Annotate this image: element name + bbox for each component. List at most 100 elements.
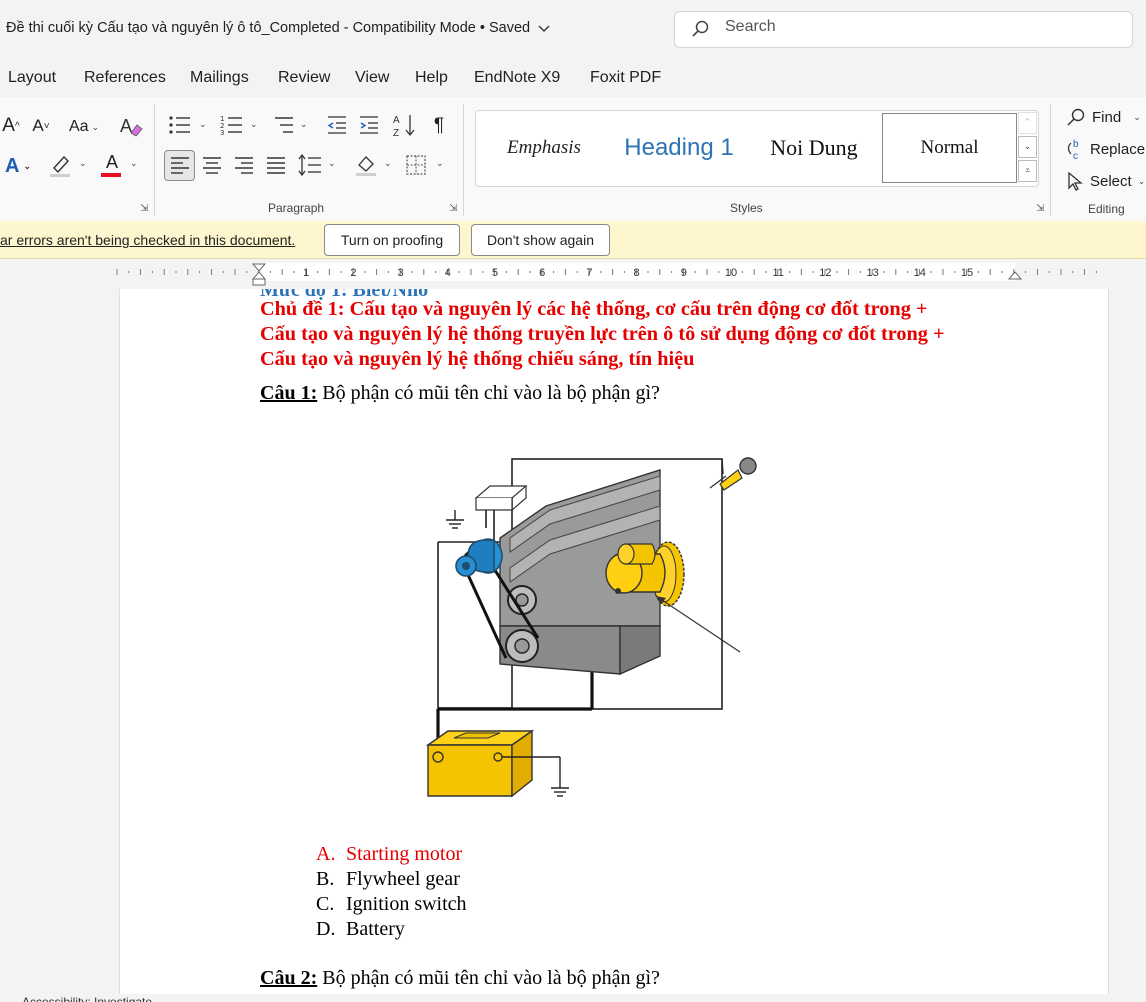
chevron-down-icon: ⌄ [91,121,100,132]
styles-dialog-launcher-icon[interactable]: ⇲ [1036,203,1044,214]
font-color-icon: A [105,151,118,172]
option-d-letter: D. [316,918,336,940]
chevron-down-icon[interactable]: ⌄ [199,120,207,130]
style-emphasis[interactable]: Emphasis [480,113,608,183]
show-formatting-marks-button[interactable]: ¶ [428,113,450,139]
change-case-label: Aa [68,118,89,135]
highlight-icon[interactable] [48,152,74,178]
document-title[interactable]: Đề thi cuối kỳ Cấu tạo và nguyên lý ô tô… [6,20,550,36]
find-button[interactable]: Find ⌄ [1066,106,1141,128]
tab-help[interactable]: Help [415,69,448,87]
align-center-icon[interactable] [202,156,222,174]
chevron-down-icon[interactable]: ⌄ [328,159,336,169]
option-c-letter: C. [316,893,335,915]
ruler-number: 6 [539,267,545,279]
font-color-button[interactable]: A [100,151,124,173]
topic-line-2: Cấu tạo và nguyên lý hệ thống truyền lực… [260,323,945,345]
tab-layout[interactable]: Layout [8,69,56,87]
chevron-down-icon[interactable]: ⌄ [79,159,87,169]
chevron-down-icon[interactable]: ⌄ [384,159,392,169]
shrink-font-button[interactable]: A ˅ [30,112,52,140]
option-b-text: Flywheel gear [346,868,460,890]
replace-button[interactable]: bc Replace [1064,138,1145,160]
topic-line-3: Cấu tạo và nguyên lý hệ thống chiếu sáng… [260,348,695,370]
tab-foxit-pdf[interactable]: Foxit PDF [590,69,661,87]
option-d-text: Battery [346,918,405,940]
chevron-down-icon: ⌄ [1137,175,1146,186]
numbering-icon[interactable]: 1 2 3 [220,114,244,136]
question-1: Câu 1: Bộ phận có mũi tên chỉ vào là bộ … [260,382,660,405]
tab-view[interactable]: View [355,69,389,87]
option-d: D. Battery [316,918,405,941]
find-icon [1067,108,1085,126]
borders-icon[interactable] [406,155,426,175]
clear-formatting-icon[interactable]: A [117,113,143,139]
tab-references[interactable]: References [84,69,166,87]
ruler-number: 8 [634,267,640,279]
bullets-icon[interactable] [168,114,192,136]
group-separator [154,104,155,216]
decrease-indent-icon[interactable] [326,114,348,136]
font-color-swatch [101,173,121,177]
style-normal[interactable]: Normal [882,113,1017,183]
paragraph-group-label: Paragraph [268,201,325,215]
document-title-text: Đề thi cuối kỳ Cấu tạo và nguyên lý ô tô… [6,20,531,36]
sort-icon[interactable]: A Z [392,112,416,138]
search-icon [692,20,709,37]
option-c-text: Ignition switch [346,893,467,915]
ruler-number: 4 [445,267,451,279]
option-a-letter: A. [316,843,336,865]
shading-icon[interactable] [354,153,378,177]
grow-font-button[interactable]: A ^ [0,112,22,140]
text-effects-button[interactable]: A ⌄ [0,151,36,181]
editing-group-label: Editing [1088,202,1125,216]
line-spacing-icon[interactable] [298,154,322,176]
ruler-number: 13 [866,267,878,279]
tab-endnote[interactable]: EndNote X9 [474,69,560,87]
increase-indent-icon[interactable] [358,114,380,136]
proofing-message-link[interactable]: ar errors aren't being checked in this d… [0,232,295,248]
justify-icon[interactable] [266,156,286,174]
style-heading-1[interactable]: Heading 1 [612,113,746,183]
styles-more-button[interactable]: ⩡ [1018,160,1037,182]
styles-scroll-up-button[interactable]: ⌃ [1018,112,1037,134]
chevron-down-icon [538,25,550,33]
chevron-down-icon[interactable]: ⌄ [250,120,258,130]
find-label: Find [1092,108,1122,126]
question-1-text: Bộ phận có mũi tên chỉ vào là bộ phận gì… [317,382,660,404]
question-2: Câu 2: Bộ phận có mũi tên chỉ vào là bộ … [260,967,660,990]
text-effects-icon: A [5,154,20,177]
ruler-number: 11 [772,267,783,279]
chevron-down-icon[interactable]: ⌄ [130,159,138,169]
chevron-down-icon: ⌄ [23,160,31,171]
horizontal-ruler[interactable]: 1 2 3 4 5 6 7 8 9 10 11 12 13 14 15 [0,262,1146,288]
style-emphasis-label: Emphasis [507,137,581,158]
tab-mailings[interactable]: Mailings [190,69,249,87]
starting-system-diagram [425,457,757,798]
dont-show-again-button[interactable]: Don't show again [471,224,610,256]
paragraph-dialog-launcher-icon[interactable]: ⇲ [449,203,457,214]
style-noi-dung[interactable]: Noi Dung [750,113,878,183]
svg-text:3: 3 [220,129,224,136]
ruler-number: 1 [303,267,309,279]
ruler-number: 3 [398,267,404,279]
font-dialog-launcher-icon[interactable]: ⇲ [140,203,148,214]
replace-label: Replace [1090,140,1146,158]
select-button[interactable]: Select ⌄ [1066,170,1145,192]
align-right-icon[interactable] [234,156,254,174]
chevron-down-icon[interactable]: ⌄ [436,159,444,169]
ruler-number: 15 [961,267,973,279]
grow-font-icon: A [2,115,15,136]
accessibility-status[interactable]: Accessibility: Investigate [22,996,152,1002]
ruler-number: 7 [586,267,592,279]
topic-line-1: Chủ đề 1: Cấu tạo và nguyên lý các hệ th… [260,298,928,320]
turn-on-proofing-button[interactable]: Turn on proofing [324,224,460,256]
styles-scroll-down-button[interactable]: ⌄ [1018,136,1037,158]
ruler-number: 10 [725,267,737,279]
change-case-button[interactable]: Aa ⌄ [64,114,104,140]
left-indent-marker[interactable] [252,278,266,286]
tab-review[interactable]: Review [278,69,330,87]
chevron-down-icon[interactable]: ⌄ [300,120,308,130]
select-label: Select [1090,172,1132,190]
multilevel-list-icon[interactable] [271,114,295,136]
